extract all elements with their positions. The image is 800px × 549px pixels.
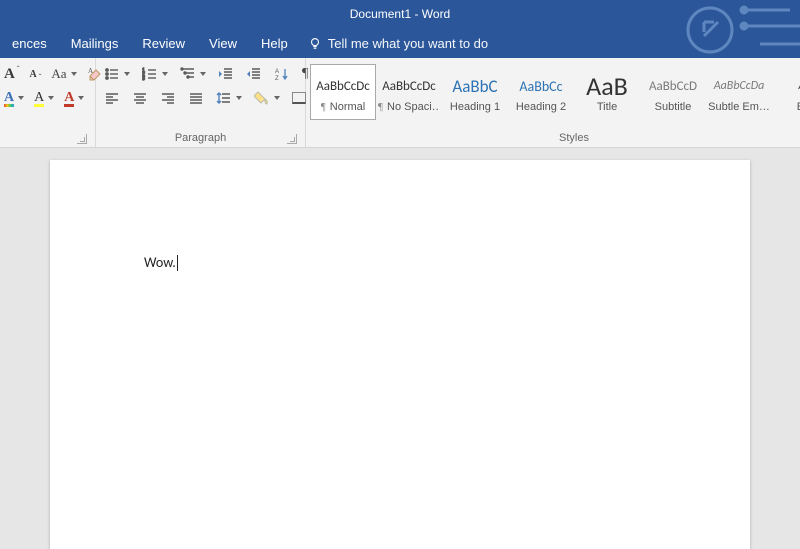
pilcrow-icon: ¶: [321, 101, 326, 113]
style-tile-heading-2[interactable]: AaBbCc Heading 2: [508, 64, 574, 120]
document-body-text[interactable]: Wow.: [144, 254, 178, 271]
style-preview: Aa: [773, 71, 800, 101]
paragraph-dialog-launcher[interactable]: [287, 134, 297, 144]
grow-font-button[interactable]: A ˆ: [2, 65, 22, 84]
style-preview: AaBbCcDc: [377, 71, 441, 101]
align-justify-icon: [188, 90, 204, 106]
style-tile-heading-1[interactable]: AaBbC Heading 1: [442, 64, 508, 120]
style-name-label: Heading 2: [516, 101, 566, 113]
ribbon: A ˆ A ˇ Aa A: [0, 58, 800, 148]
font-dialog-launcher[interactable]: [77, 134, 87, 144]
style-tile-title[interactable]: AaB Title: [574, 64, 640, 120]
text-effects-button[interactable]: A: [2, 90, 26, 106]
style-name-label: Heading 1: [450, 101, 500, 113]
line-spacing-button[interactable]: [214, 89, 244, 107]
sort-button[interactable]: AZ: [272, 65, 292, 83]
tab-review[interactable]: Review: [130, 28, 197, 58]
style-tile-normal[interactable]: AaBbCcDc¶ Normal: [310, 64, 376, 120]
style-tile-subtle-em-[interactable]: AaBbCcDa Subtle Em…: [706, 64, 772, 120]
numbering-icon: 123: [142, 66, 158, 82]
text-cursor: [177, 255, 178, 271]
shading-icon: [254, 90, 270, 106]
group-styles: AaBbCcDc¶ NormalAaBbCcDc¶ No Spaci…AaBbC…: [306, 58, 800, 147]
group-font: A ˆ A ˇ Aa A: [0, 58, 96, 147]
style-preview: AaBbCc: [509, 71, 573, 101]
svg-text:A: A: [88, 67, 93, 75]
font-color-icon: A: [64, 91, 74, 105]
tab-view[interactable]: View: [197, 28, 249, 58]
align-center-icon: [132, 90, 148, 106]
style-name-label: Title: [597, 101, 617, 113]
align-right-button[interactable]: [158, 89, 178, 107]
svg-text:A: A: [275, 69, 279, 75]
decrease-caret-icon: ˇ: [39, 73, 42, 82]
svg-text:3: 3: [142, 76, 145, 82]
window-title: Document1 - Word: [350, 7, 450, 21]
decrease-indent-icon: [218, 66, 234, 82]
style-name-label: Subtitle: [655, 101, 692, 113]
align-left-button[interactable]: [102, 89, 122, 107]
highlight-icon: A: [34, 91, 44, 105]
numbering-button[interactable]: 123: [140, 65, 170, 83]
style-name-label: Subtle Em…: [708, 101, 770, 113]
decrease-indent-button[interactable]: [216, 65, 236, 83]
align-justify-button[interactable]: [186, 89, 206, 107]
style-tile-subtitle[interactable]: AaBbCcD Subtitle: [640, 64, 706, 120]
style-preview: AaBbC: [443, 71, 507, 101]
multilevel-list-icon: [180, 66, 196, 82]
align-center-button[interactable]: [130, 89, 150, 107]
sort-icon: AZ: [274, 66, 290, 82]
increase-indent-button[interactable]: [244, 65, 264, 83]
line-spacing-icon: [216, 90, 232, 106]
styles-gallery[interactable]: AaBbCcDc¶ NormalAaBbCcDc¶ No Spaci…AaBbC…: [310, 64, 800, 122]
align-left-icon: [104, 90, 120, 106]
shading-button[interactable]: [252, 89, 282, 107]
change-case-button[interactable]: Aa: [49, 65, 78, 83]
ribbon-tabs: ences Mailings Review View Help Tell me …: [0, 28, 800, 58]
bullets-icon: [104, 66, 120, 82]
group-font-label: [2, 140, 89, 147]
text-effects-icon: A: [4, 91, 14, 105]
lightbulb-icon: [308, 36, 322, 50]
borders-icon: [292, 92, 306, 104]
increase-indent-icon: [246, 66, 262, 82]
style-preview: AaB: [575, 71, 639, 101]
group-styles-label: Styles: [310, 128, 800, 147]
align-right-icon: [160, 90, 176, 106]
group-paragraph-label: Paragraph: [102, 128, 299, 147]
title-bar: Document1 - Word: [0, 0, 800, 28]
pilcrow-icon: ¶: [378, 101, 383, 113]
style-tile-em[interactable]: Aa Em: [772, 64, 800, 120]
shrink-font-icon: A: [30, 69, 37, 80]
style-preview: AaBbCcDa: [707, 71, 771, 101]
highlight-button[interactable]: A: [32, 90, 56, 106]
style-name-label: ¶ Normal: [321, 101, 366, 113]
group-paragraph: 123 AZ ¶: [96, 58, 306, 147]
tab-mailings[interactable]: Mailings: [59, 28, 131, 58]
document-page[interactable]: Wow.: [50, 160, 750, 549]
tell-me-search[interactable]: Tell me what you want to do: [308, 36, 488, 51]
tab-help[interactable]: Help: [249, 28, 300, 58]
style-preview: AaBbCcDc: [311, 71, 375, 101]
style-tile-no-spaci-[interactable]: AaBbCcDc¶ No Spaci…: [376, 64, 442, 120]
increase-caret-icon: ˆ: [17, 65, 20, 74]
bullets-button[interactable]: [102, 65, 132, 83]
grow-font-icon: A: [4, 66, 15, 83]
multilevel-list-button[interactable]: [178, 65, 208, 83]
tell-me-label: Tell me what you want to do: [328, 36, 488, 51]
style-name-label: ¶ No Spaci…: [378, 101, 440, 113]
typed-text: Wow.: [144, 254, 176, 271]
style-preview: AaBbCcD: [641, 71, 705, 101]
document-workspace: Wow.: [0, 148, 800, 549]
change-case-icon: Aa: [51, 66, 66, 82]
tab-references-partial[interactable]: ences: [0, 28, 59, 58]
font-color-button[interactable]: A: [62, 90, 86, 106]
svg-text:Z: Z: [275, 76, 279, 82]
shrink-font-button[interactable]: A ˇ: [28, 68, 44, 81]
